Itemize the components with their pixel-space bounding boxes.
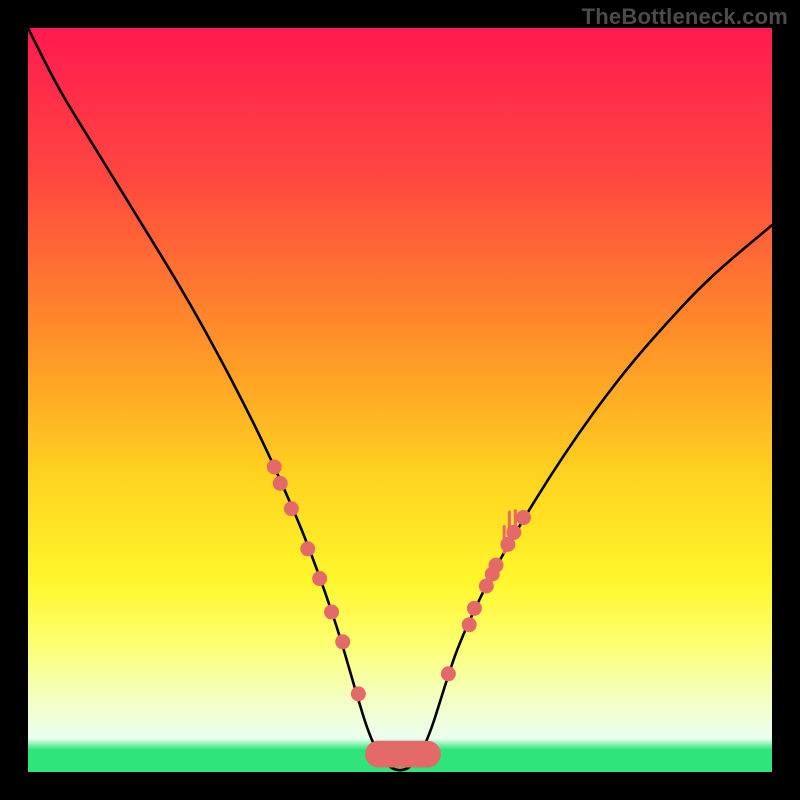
chart-plot-area [28, 28, 772, 772]
marker-left-5 [324, 605, 339, 620]
marker-right-2 [467, 601, 482, 616]
marker-left-1 [273, 476, 288, 491]
chart-frame: TheBottleneck.com [0, 0, 800, 800]
marker-left-6 [335, 634, 350, 649]
watermark-label: TheBottleneck.com [582, 4, 788, 30]
marker-left-7 [351, 686, 366, 701]
marker-left-4 [312, 571, 327, 586]
marker-right-1 [462, 617, 477, 632]
bottom-band-marker [365, 741, 441, 768]
chart-svg [28, 28, 772, 772]
gradient-background [28, 28, 772, 772]
marker-left-2 [284, 501, 299, 516]
marker-right-7 [506, 525, 521, 540]
marker-left-3 [300, 541, 315, 556]
marker-right-8 [516, 510, 531, 525]
marker-right-5 [488, 558, 503, 573]
marker-right-0 [441, 666, 456, 681]
marker-left-0 [267, 459, 282, 474]
